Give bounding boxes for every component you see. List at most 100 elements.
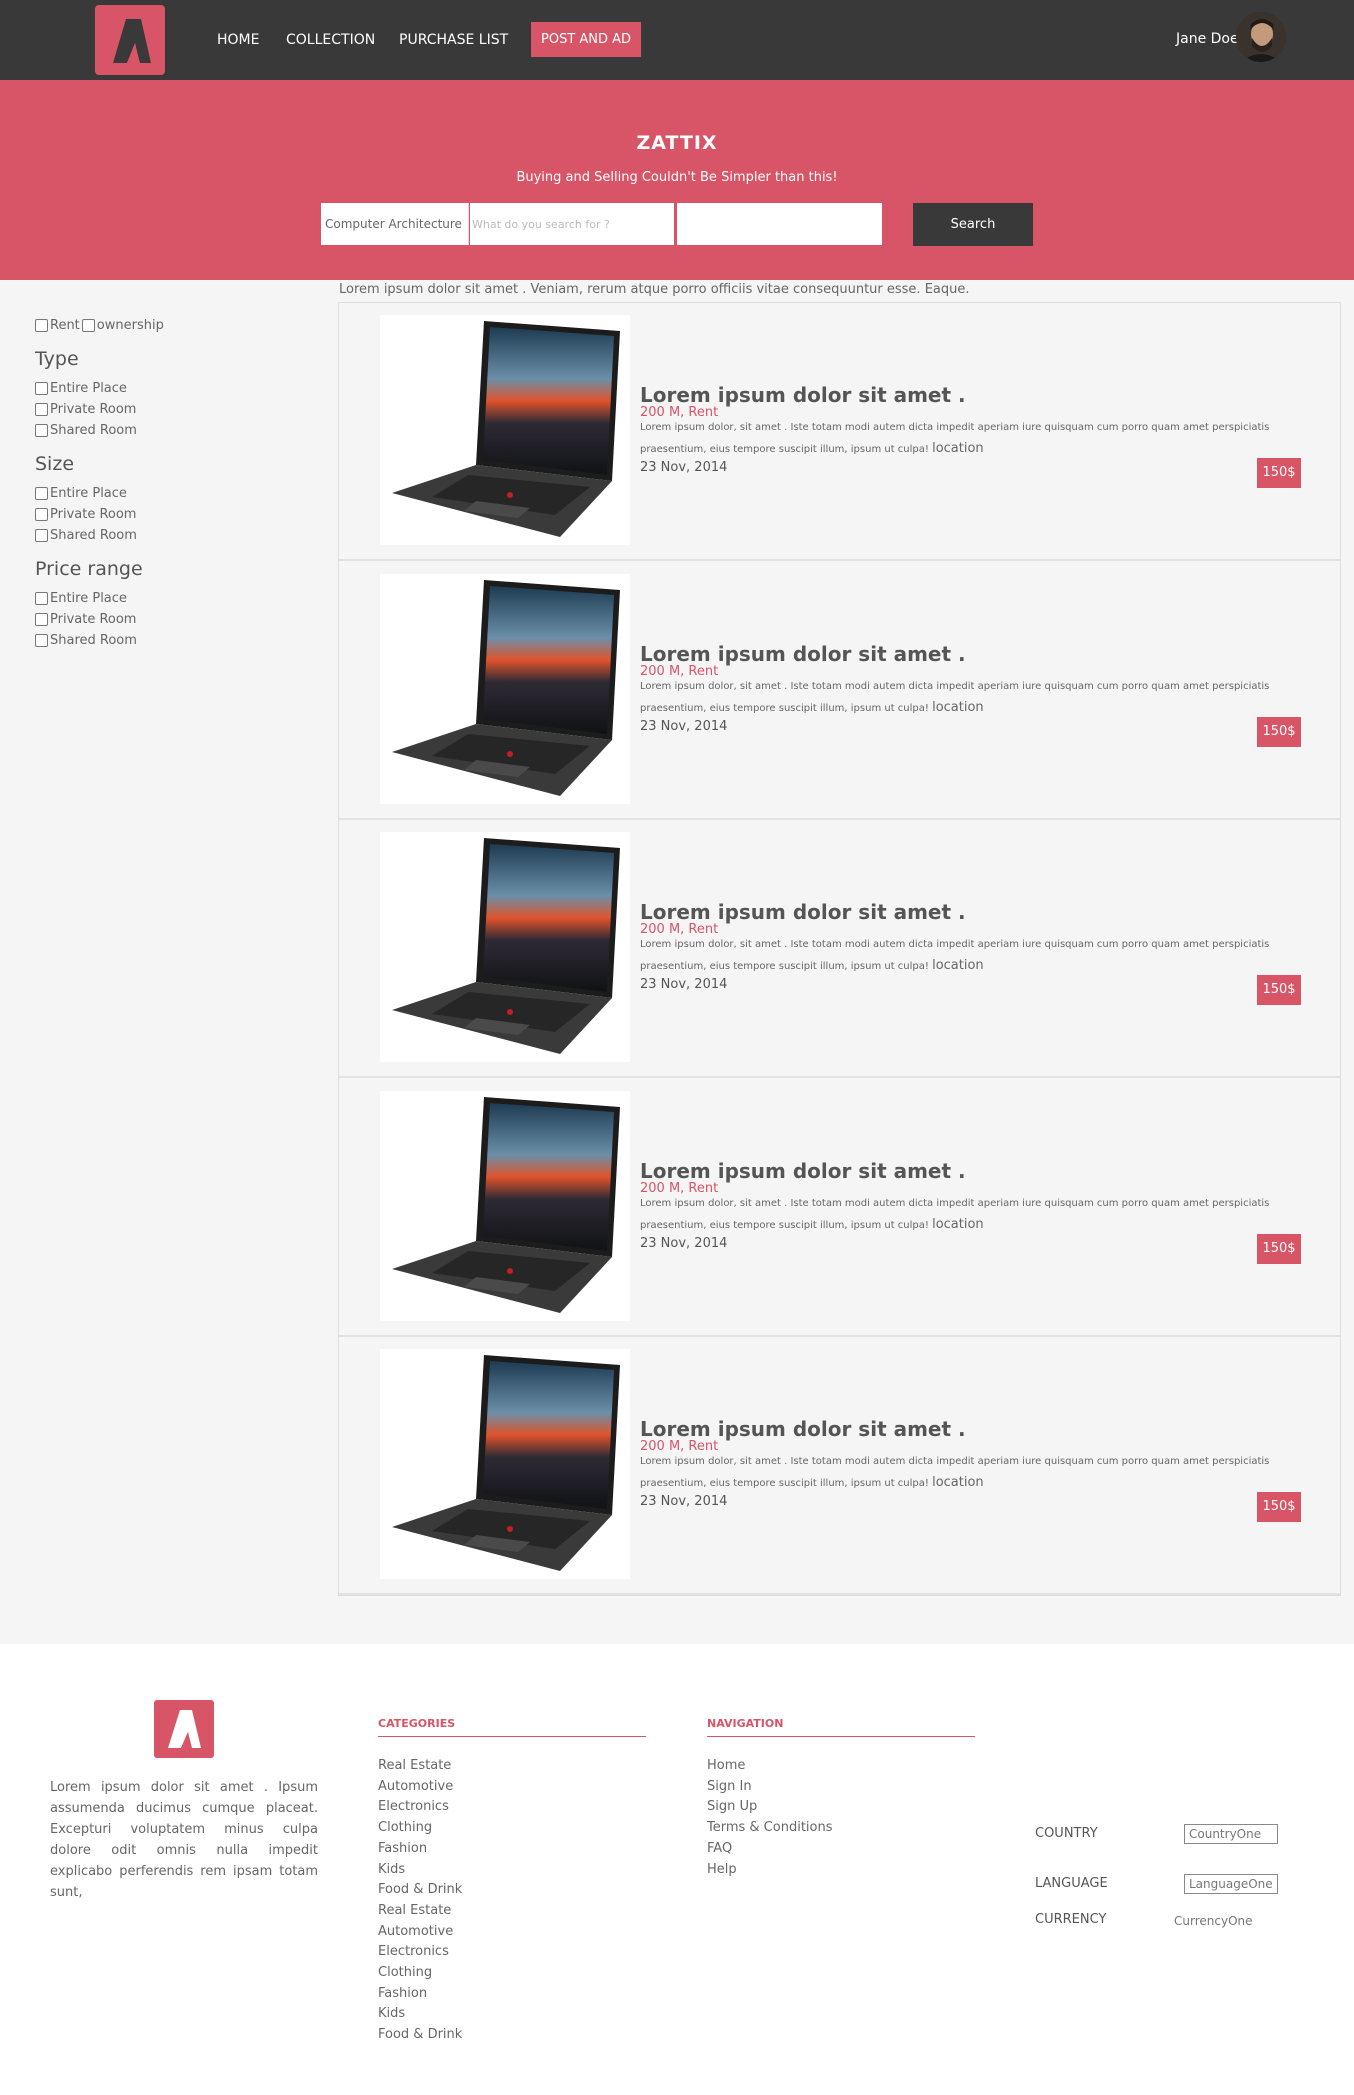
footer-nav-link[interactable]: Sign Up bbox=[707, 1797, 833, 1818]
search-input[interactable] bbox=[470, 203, 674, 245]
nav-home-link[interactable]: HOME bbox=[217, 32, 259, 48]
currency-select[interactable]: CurrencyOne bbox=[1174, 1914, 1253, 1928]
listing-title[interactable]: Lorem ipsum dolor sit amet . bbox=[640, 383, 966, 407]
categories-list: Real Estate Automotive Electronics Clothing… bbox=[378, 1756, 462, 2046]
price-badge: 150$ bbox=[1257, 716, 1301, 747]
filter-option[interactable]: Entire Place bbox=[35, 378, 295, 399]
filter-checkbox[interactable] bbox=[35, 487, 48, 500]
listing-description: Lorem ipsum dolor, sit amet . Iste totam… bbox=[640, 676, 1300, 719]
listing-description: Lorem ipsum dolor, sit amet . Iste totam… bbox=[640, 417, 1300, 460]
laptop-image[interactable] bbox=[380, 1090, 630, 1321]
category-link[interactable]: Electronics bbox=[378, 1942, 462, 1963]
laptop-image[interactable] bbox=[380, 832, 630, 1062]
listing-title[interactable]: Lorem ipsum dolor sit amet . bbox=[640, 1159, 966, 1183]
user-name[interactable]: Jane Doe bbox=[1176, 31, 1239, 47]
country-select[interactable]: CountryOne bbox=[1184, 1824, 1278, 1844]
brand-logo-icon[interactable] bbox=[95, 5, 165, 75]
hero-title: ZATTIX bbox=[636, 132, 718, 154]
filter-group-title: Price range bbox=[35, 558, 143, 580]
listing-card[interactable]: Lorem ipsum dolor sit amet . 200 M, Rent… bbox=[339, 303, 1340, 561]
location-input[interactable] bbox=[677, 203, 882, 245]
category-link[interactable]: Fashion bbox=[378, 1839, 462, 1860]
category-link[interactable]: Kids bbox=[378, 1860, 462, 1881]
nav-collection-link[interactable]: COLLECTION bbox=[286, 32, 375, 48]
category-link[interactable]: Electronics bbox=[378, 1797, 462, 1818]
listing-location[interactable]: location bbox=[932, 958, 984, 973]
filter-option-label: Private Room bbox=[50, 612, 137, 627]
filter-option[interactable]: Shared Room bbox=[35, 630, 295, 651]
laptop-image[interactable] bbox=[380, 573, 630, 804]
listing-card[interactable]: Lorem ipsum dolor sit amet . 200 M, Rent… bbox=[339, 1079, 1340, 1337]
filter-option[interactable]: Private Room bbox=[35, 504, 295, 525]
category-link[interactable]: Food & Drink bbox=[378, 1880, 462, 1901]
laptop-image[interactable] bbox=[380, 1349, 630, 1579]
listing-card[interactable]: Lorem ipsum dolor sit amet . 200 M, Rent… bbox=[339, 1337, 1340, 1595]
category-link[interactable]: Real Estate bbox=[378, 1756, 462, 1777]
price-badge: 150$ bbox=[1257, 975, 1301, 1005]
filter-option[interactable]: Private Room bbox=[35, 399, 295, 420]
listing-date: 23 Nov, 2014 bbox=[640, 1494, 728, 1509]
language-select[interactable]: LanguageOne bbox=[1184, 1874, 1278, 1894]
listing-description: Lorem ipsum dolor, sit amet . Iste totam… bbox=[640, 1193, 1300, 1236]
category-link[interactable]: Clothing bbox=[378, 1818, 462, 1839]
listing-card[interactable]: Lorem ipsum dolor sit amet . 200 M, Rent… bbox=[339, 562, 1340, 820]
category-link[interactable]: Clothing bbox=[378, 1963, 462, 1984]
country-label: COUNTRY bbox=[1035, 1826, 1098, 1841]
filter-group-title: Type bbox=[35, 348, 79, 370]
listings-list: Lorem ipsum dolor sit amet . 200 M, Rent… bbox=[338, 302, 1341, 1596]
post-ad-button[interactable]: POST AND AD bbox=[531, 22, 642, 57]
filter-checkbox[interactable] bbox=[35, 613, 48, 626]
price-badge: 150$ bbox=[1257, 458, 1301, 488]
filter-checkbox[interactable] bbox=[35, 529, 48, 542]
listing-location[interactable]: location bbox=[932, 700, 984, 715]
filter-option-label: Entire Place bbox=[50, 381, 127, 396]
footer: Lorem ipsum dolor sit amet . Ipsum assum… bbox=[0, 1644, 1354, 2095]
listing-title[interactable]: Lorem ipsum dolor sit amet . bbox=[640, 1417, 966, 1441]
listing-card[interactable]: Lorem ipsum dolor sit amet . 200 M, Rent… bbox=[339, 820, 1340, 1078]
listing-date: 23 Nov, 2014 bbox=[640, 460, 728, 475]
filter-checkbox[interactable] bbox=[35, 592, 48, 605]
category-link[interactable]: Kids bbox=[378, 2004, 462, 2025]
search-button[interactable]: Search bbox=[913, 203, 1033, 246]
filter-checkbox[interactable] bbox=[35, 403, 48, 416]
filter-option-label: Private Room bbox=[50, 402, 137, 417]
laptop-image[interactable] bbox=[380, 315, 630, 545]
user-avatar-icon[interactable] bbox=[1236, 12, 1286, 62]
navigation-heading: NAVIGATION bbox=[707, 1717, 975, 1737]
footer-logo-icon[interactable] bbox=[154, 1700, 214, 1758]
nav-purchase-list-link[interactable]: PURCHASE LIST bbox=[399, 32, 508, 48]
listing-title[interactable]: Lorem ipsum dolor sit amet . bbox=[640, 900, 966, 924]
listing-description: Lorem ipsum dolor, sit amet . Iste totam… bbox=[640, 934, 1300, 977]
category-link[interactable]: Fashion bbox=[378, 1984, 462, 2005]
listing-location[interactable]: location bbox=[932, 1217, 984, 1232]
footer-nav-link[interactable]: Home bbox=[707, 1756, 833, 1777]
price-badge: 150$ bbox=[1257, 1492, 1301, 1522]
filter-option[interactable]: Entire Place bbox=[35, 483, 295, 504]
ownership-checkbox[interactable] bbox=[81, 319, 95, 332]
filter-option[interactable]: Entire Place bbox=[35, 588, 295, 609]
footer-nav-link[interactable]: Help bbox=[707, 1860, 833, 1881]
listing-date: 23 Nov, 2014 bbox=[640, 718, 728, 734]
listings-intro: Lorem ipsum dolor sit amet . Veniam, rer… bbox=[339, 282, 970, 297]
hero-subtitle: Buying and Selling Couldn't Be Simpler t… bbox=[516, 170, 838, 185]
category-link[interactable]: Automotive bbox=[378, 1777, 462, 1798]
listing-location[interactable]: location bbox=[932, 441, 984, 456]
category-link[interactable]: Automotive bbox=[378, 1922, 462, 1943]
listing-title[interactable]: Lorem ipsum dolor sit amet . bbox=[640, 642, 966, 666]
filter-checkbox[interactable] bbox=[35, 508, 48, 521]
rent-checkbox[interactable] bbox=[35, 319, 48, 332]
filter-option[interactable]: Shared Room bbox=[35, 525, 295, 546]
listing-location[interactable]: location bbox=[932, 1475, 984, 1490]
category-select[interactable]: Computer Architecture bbox=[321, 203, 469, 245]
category-link[interactable]: Food & Drink bbox=[378, 2025, 462, 2046]
filter-option[interactable]: Private Room bbox=[35, 609, 295, 630]
category-link[interactable]: Real Estate bbox=[378, 1901, 462, 1922]
categories-heading: CATEGORIES bbox=[378, 1717, 646, 1737]
filter-option[interactable]: Shared Room bbox=[35, 420, 295, 441]
filter-checkbox[interactable] bbox=[35, 424, 48, 437]
footer-nav-link[interactable]: Sign In bbox=[707, 1777, 833, 1798]
footer-nav-link[interactable]: FAQ bbox=[707, 1839, 833, 1860]
filter-checkbox[interactable] bbox=[35, 382, 48, 395]
footer-nav-link[interactable]: Terms & Conditions bbox=[707, 1818, 833, 1839]
filter-checkbox[interactable] bbox=[35, 634, 48, 647]
